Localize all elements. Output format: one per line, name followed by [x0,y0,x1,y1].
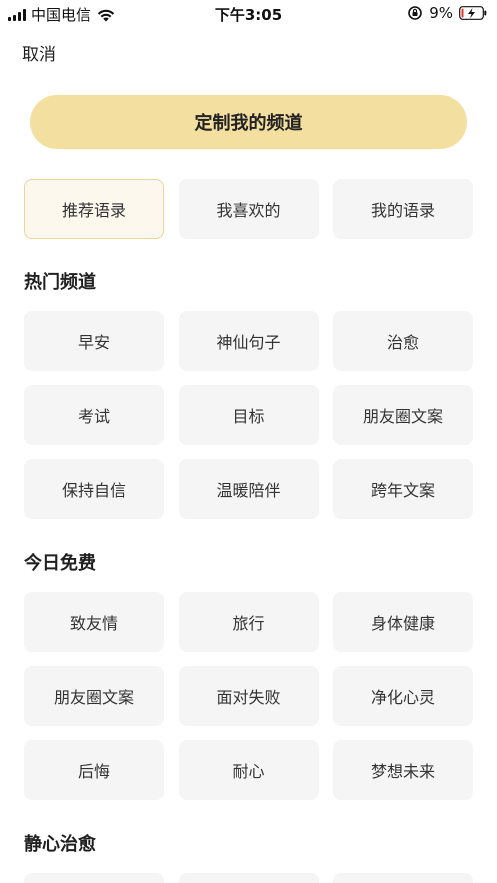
channel-item[interactable]: 温暖陪伴 [178,459,319,519]
hot-channels-grid: 早安 神仙句子 治愈 考试 目标 朋友圈文案 保持自信 温暖陪伴 跨年文案 [24,311,473,519]
channel-item[interactable]: 早安 [24,311,164,371]
channel-item[interactable]: 旅行 [178,592,319,652]
battery-charging-icon [459,6,487,20]
channel-item[interactable]: 治愈 [333,311,473,371]
section-title-calm-healing: 静心治愈 [24,834,96,855]
cancel-button[interactable]: 取消 [22,40,56,65]
channel-item[interactable]: 跨年文案 [333,459,473,519]
channel-item[interactable] [24,873,164,883]
tab-my-favorites[interactable]: 我喜欢的 [178,179,319,239]
section-title-hot-channels: 热门频道 [24,272,96,293]
channel-item[interactable]: 朋友圈文案 [24,666,164,726]
channel-item[interactable]: 梦想未来 [333,740,473,800]
channel-item[interactable]: 保持自信 [24,459,164,519]
status-bar: 中国电信 下午3:05 9% [0,0,497,26]
channel-item[interactable]: 耐心 [178,740,319,800]
battery-percent: 9% [429,4,453,22]
free-today-grid: 致友情 旅行 身体健康 朋友圈文案 面对失败 净化心灵 后悔 耐心 梦想未来 [24,592,473,800]
channel-item[interactable] [333,873,473,883]
screen: 中国电信 下午3:05 9% 取消 定制我的频道 推荐语录 我喜欢的 我的语录 … [0,0,497,883]
channel-item[interactable]: 净化心灵 [333,666,473,726]
tab-recommended-quotes[interactable]: 推荐语录 [24,179,164,239]
channel-item[interactable]: 后悔 [24,740,164,800]
channel-item[interactable]: 致友情 [24,592,164,652]
channel-item[interactable] [178,873,319,883]
customize-channel-button[interactable]: 定制我的频道 [30,95,467,149]
channel-item[interactable]: 神仙句子 [178,311,319,371]
channel-item[interactable]: 目标 [178,385,319,445]
status-right: 9% [407,4,487,22]
calm-healing-grid [24,873,473,883]
channel-item[interactable]: 面对失败 [178,666,319,726]
tab-my-quotes[interactable]: 我的语录 [333,179,473,239]
section-title-free-today: 今日免费 [24,553,96,574]
channel-item[interactable]: 朋友圈文案 [333,385,473,445]
orientation-lock-icon [408,6,423,20]
channel-item[interactable]: 考试 [24,385,164,445]
top-tabs: 推荐语录 我喜欢的 我的语录 [24,179,473,239]
channel-item[interactable]: 身体健康 [333,592,473,652]
